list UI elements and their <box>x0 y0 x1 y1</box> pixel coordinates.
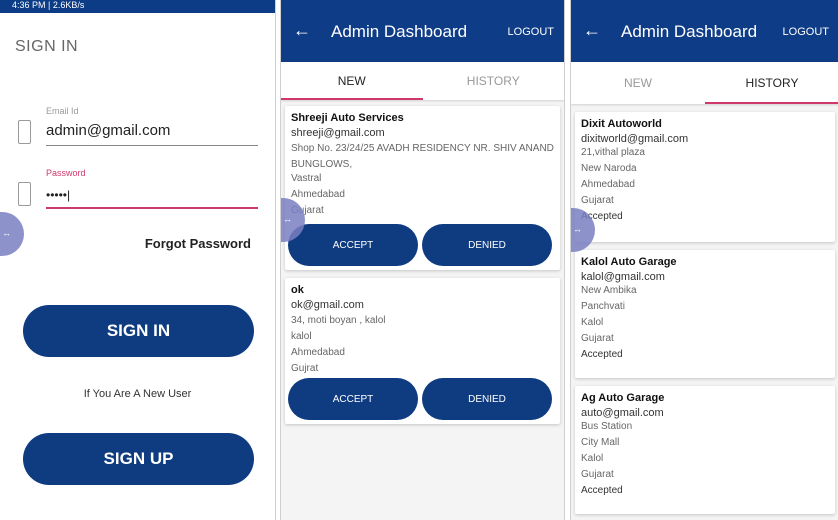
garage-line: Gujarat <box>581 195 614 206</box>
garage-line: Bus Station <box>581 421 633 432</box>
history-card: Ag Auto Garage auto@gmail.com Bus Statio… <box>575 386 835 514</box>
garage-line: Gujarat <box>581 333 614 344</box>
dashboard-history-screen: ← Admin Dashboard LOGOUT NEW HISTORY Dix… <box>570 0 838 520</box>
floating-assist-button[interactable]: ↔ <box>0 212 24 256</box>
status-bar: 4:36 PM | 2.6KB/s <box>0 0 275 13</box>
phone-icon <box>18 182 31 206</box>
request-card: ok ok@gmail.com 34, moti boyan , kalol k… <box>285 278 560 424</box>
history-card: Dixit Autoworld dixitworld@gmail.com 21,… <box>575 112 835 242</box>
garage-email: auto@gmail.com <box>581 407 664 419</box>
fab-icon: ↔ <box>283 214 292 224</box>
garage-city: Ahmedabad <box>291 347 345 358</box>
accept-button[interactable]: ACCEPT <box>288 378 418 420</box>
garage-area: kalol <box>291 331 312 342</box>
signup-button[interactable]: SIGN UP <box>23 433 254 485</box>
garage-line: Panchvati <box>581 301 625 312</box>
garage-address: Shop No. 23/24/25 AVADH RESIDENCY NR. SH… <box>291 143 554 170</box>
tab-bar: NEW HISTORY <box>281 62 564 100</box>
logout-button[interactable]: LOGOUT <box>783 26 829 38</box>
history-card: Kalol Auto Garage kalol@gmail.com New Am… <box>575 250 835 378</box>
garage-line: Kalol <box>581 317 604 328</box>
fab-icon: ↔ <box>573 224 582 234</box>
forgot-password-link[interactable]: Forgot Password <box>145 236 251 251</box>
request-card: Shreeji Auto Services shreeji@gmail.com … <box>285 106 560 270</box>
signin-button[interactable]: SIGN IN <box>23 305 254 357</box>
denied-button[interactable]: DENIED <box>422 224 552 266</box>
app-title: Admin Dashboard <box>331 22 468 41</box>
tab-new[interactable]: NEW <box>571 62 705 104</box>
app-bar: ← Admin Dashboard LOGOUT <box>571 0 838 62</box>
fab-icon: ↔ <box>2 228 11 238</box>
status-time: 4:36 PM | 2.6KB/s <box>12 0 85 10</box>
garage-line: City Mall <box>581 437 620 448</box>
password-label: Password <box>46 168 86 178</box>
email-field[interactable]: admin@gmail.com <box>46 122 246 139</box>
tab-indicator <box>281 98 423 100</box>
signin-screen: 4:36 PM | 2.6KB/s SIGN IN Email Id admin… <box>0 0 276 520</box>
garage-name: ok <box>291 284 304 296</box>
tab-history[interactable]: HISTORY <box>423 62 565 100</box>
new-user-text: If You Are A New User <box>83 388 192 400</box>
status-text: Accepted <box>581 211 623 222</box>
garage-email: kalol@gmail.com <box>581 271 665 283</box>
tab-new[interactable]: NEW <box>281 62 423 100</box>
password-field[interactable]: •••••| <box>46 188 246 202</box>
garage-state: Gujarat <box>291 205 324 216</box>
dashboard-new-screen: ← Admin Dashboard LOGOUT NEW HISTORY Shr… <box>280 0 565 520</box>
back-arrow-icon[interactable]: ← <box>293 20 311 41</box>
logout-button[interactable]: LOGOUT <box>508 26 554 38</box>
email-underline <box>46 145 258 146</box>
garage-line: New Ambika <box>581 285 637 296</box>
garage-name: Shreeji Auto Services <box>291 112 404 124</box>
denied-button[interactable]: DENIED <box>422 378 552 420</box>
accept-button[interactable]: ACCEPT <box>288 224 418 266</box>
garage-name: Dixit Autoworld <box>581 118 662 130</box>
phone-icon <box>18 120 31 144</box>
garage-line: 21,vithal plaza <box>581 147 645 158</box>
email-label: Email Id <box>46 106 79 116</box>
garage-line: Gujarat <box>581 469 614 480</box>
app-bar: ← Admin Dashboard LOGOUT <box>281 0 564 62</box>
garage-line: Kalol <box>581 453 604 464</box>
back-arrow-icon[interactable]: ← <box>583 20 601 41</box>
garage-area: Vastral <box>291 173 322 184</box>
garage-email: ok@gmail.com <box>291 299 364 311</box>
status-text: Accepted <box>581 485 623 496</box>
garage-name: Kalol Auto Garage <box>581 256 677 268</box>
tab-bar: NEW HISTORY <box>571 62 838 104</box>
garage-email: shreeji@gmail.com <box>291 127 385 139</box>
garage-line: Ahmedabad <box>581 179 635 190</box>
password-underline <box>46 207 258 209</box>
status-text: Accepted <box>581 349 623 360</box>
tab-indicator <box>705 102 838 104</box>
page-title: SIGN IN <box>15 38 79 55</box>
garage-address: 34, moti boyan , kalol <box>291 315 386 326</box>
garage-line: New Naroda <box>581 163 637 174</box>
garage-city: Ahmedabad <box>291 189 345 200</box>
garage-email: dixitworld@gmail.com <box>581 133 689 145</box>
garage-name: Ag Auto Garage <box>581 392 665 404</box>
garage-state: Gujrat <box>291 363 319 374</box>
tab-history[interactable]: HISTORY <box>705 62 838 104</box>
app-title: Admin Dashboard <box>621 22 758 41</box>
